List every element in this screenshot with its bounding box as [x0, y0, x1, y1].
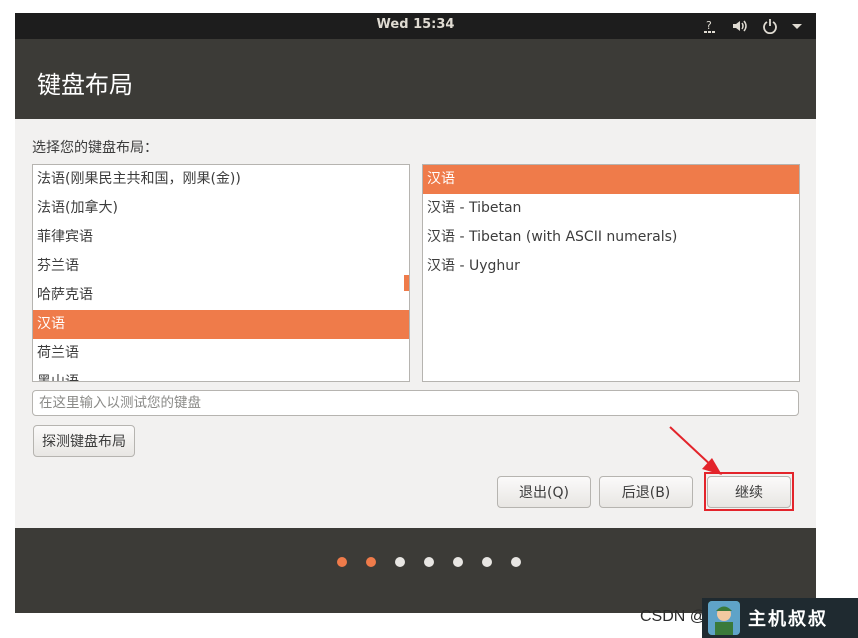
list-item[interactable]: 哈萨克语 [33, 281, 409, 310]
detect-layout-button[interactable]: 探测键盘布局 [33, 425, 135, 457]
watermark-badge-text: 主机叔叔 [748, 609, 828, 630]
avatar [708, 601, 740, 635]
watermark-badge: 主机叔叔 [702, 598, 858, 638]
list-item[interactable]: 菲律宾语 [33, 223, 409, 252]
chevron-down-icon[interactable] [792, 21, 802, 31]
annotation-arrow-icon [669, 426, 722, 475]
list-item[interactable]: 汉语 - Tibetan (with ASCII numerals) [423, 223, 799, 252]
accessibility-icon[interactable]: ? [702, 18, 718, 34]
list-item[interactable]: 法语(加拿大) [33, 194, 409, 223]
scrollbar-thumb[interactable] [404, 275, 409, 291]
volume-icon[interactable] [732, 18, 748, 34]
list-item[interactable]: 荷兰语 [33, 339, 409, 368]
list-item-selected[interactable]: 汉语 [423, 165, 799, 194]
watermark-text: CSDN @ [640, 608, 707, 625]
list-item[interactable]: 法语(刚果民主共和国，刚果(金)) [33, 165, 409, 194]
list-item[interactable]: 芬兰语 [33, 252, 409, 281]
list-item[interactable]: 汉语 - Uyghur [423, 252, 799, 281]
list-item[interactable]: 汉语 - Tibetan [423, 194, 799, 223]
list-item[interactable]: 黑山语 [33, 368, 409, 381]
quit-button[interactable]: 退出(Q) [497, 476, 591, 508]
top-bar: Wed 15:34 ? [15, 13, 816, 39]
system-tray[interactable]: ? [702, 17, 802, 35]
page-title: 键盘布局 [37, 71, 133, 99]
power-icon[interactable] [762, 18, 778, 34]
window-header: 键盘布局 [15, 39, 816, 119]
clock[interactable]: Wed 15:34 [15, 17, 816, 32]
installer-screen: Wed 15:34 ? 键盘布局 选择您的键盘布局： 法语(刚果民主共和国，刚果… [15, 13, 816, 613]
svg-text:?: ? [706, 19, 712, 32]
layout-prompt: 选择您的键盘布局： [32, 140, 158, 156]
variant-list[interactable]: 汉语 汉语 - Tibetan 汉语 - Tibetan (with ASCII… [422, 164, 800, 382]
layout-list[interactable]: 法语(刚果民主共和国，刚果(金)) 法语(加拿大) 菲律宾语 芬兰语 哈萨克语 … [32, 164, 410, 382]
list-item-selected[interactable]: 汉语 [33, 310, 409, 339]
